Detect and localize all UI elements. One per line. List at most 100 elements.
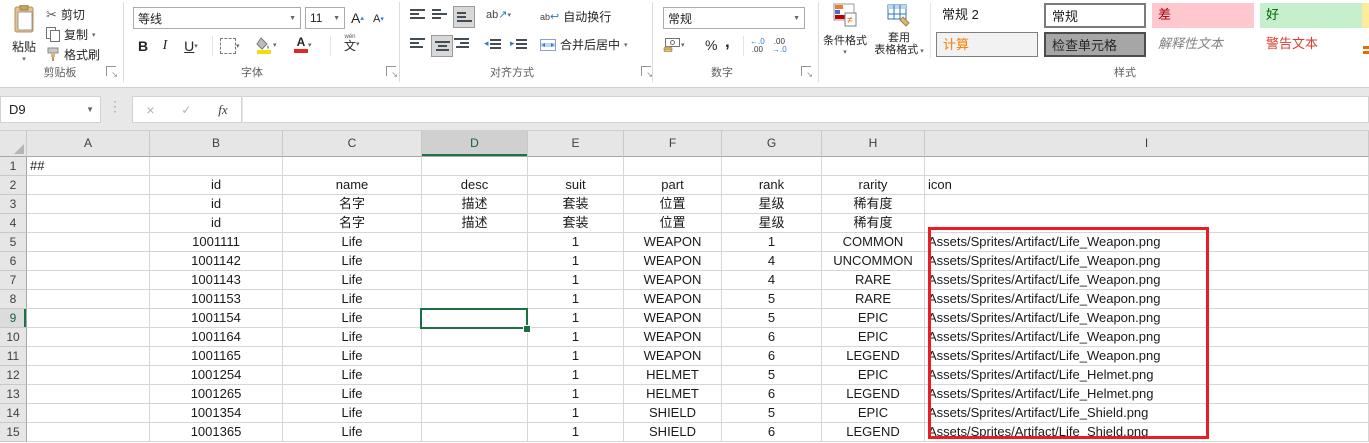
select-all-corner[interactable]	[0, 131, 27, 157]
font-color-button[interactable]: A ▾	[294, 36, 312, 53]
cell-D14[interactable]	[422, 404, 528, 423]
align-bottom-button[interactable]	[454, 7, 474, 27]
cell-C9[interactable]: Life	[283, 309, 422, 328]
cell-C5[interactable]: Life	[283, 233, 422, 252]
font-size-combo[interactable]: 11▼	[305, 7, 345, 29]
cell-A1[interactable]: ##	[27, 157, 150, 176]
cell-A12[interactable]	[27, 366, 150, 385]
cell-style-bad[interactable]: 差	[1152, 3, 1254, 28]
cell-D13[interactable]	[422, 385, 528, 404]
format-as-table-button[interactable]: 套用 表格格式 ▾	[872, 3, 926, 61]
cell-F3[interactable]: 位置	[624, 195, 722, 214]
column-header-G[interactable]: G	[722, 131, 822, 157]
align-right-button[interactable]	[454, 38, 469, 48]
cell-H2[interactable]: rarity	[822, 176, 925, 195]
cell-D1[interactable]	[422, 157, 528, 176]
cell-A6[interactable]	[27, 252, 150, 271]
phonetic-guide-button[interactable]: wén 文 ▾	[344, 34, 360, 53]
cell-C13[interactable]: Life	[283, 385, 422, 404]
cell-G11[interactable]: 6	[722, 347, 822, 366]
cell-D10[interactable]	[422, 328, 528, 347]
cell-B1[interactable]	[150, 157, 283, 176]
cell-E10[interactable]: 1	[528, 328, 624, 347]
cell-E5[interactable]: 1	[528, 233, 624, 252]
copy-button[interactable]: 复制 ▾	[46, 26, 96, 43]
cell-D9[interactable]	[422, 309, 528, 328]
cell-A11[interactable]	[27, 347, 150, 366]
cell-A4[interactable]	[27, 214, 150, 233]
cell-B11[interactable]: 1001165	[150, 347, 283, 366]
cell-D3[interactable]: 描述	[422, 195, 528, 214]
cell-style-check[interactable]: 检查单元格	[1044, 32, 1146, 57]
formula-bar-splitter[interactable]: ⋮	[108, 98, 122, 115]
cell-style-explain[interactable]: 解释性文本	[1152, 32, 1254, 57]
cell-G6[interactable]: 4	[722, 252, 822, 271]
cell-C15[interactable]: Life	[283, 423, 422, 442]
row-header-12[interactable]: 12	[0, 366, 27, 385]
cell-G8[interactable]: 5	[722, 290, 822, 309]
cell-B2[interactable]: id	[150, 176, 283, 195]
row-header-11[interactable]: 11	[0, 347, 27, 366]
cell-F13[interactable]: HELMET	[624, 385, 722, 404]
formula-input[interactable]	[243, 96, 1369, 123]
column-header-H[interactable]: H	[822, 131, 925, 157]
cell-A10[interactable]	[27, 328, 150, 347]
cell-E11[interactable]: 1	[528, 347, 624, 366]
enter-icon[interactable]: ✓	[181, 103, 191, 117]
cell-A8[interactable]	[27, 290, 150, 309]
alignment-dialog-launcher[interactable]	[641, 66, 651, 76]
cell-F2[interactable]: part	[624, 176, 722, 195]
cell-D8[interactable]	[422, 290, 528, 309]
row-header-9[interactable]: 9	[0, 309, 27, 328]
cell-B6[interactable]: 1001142	[150, 252, 283, 271]
cell-C6[interactable]: Life	[283, 252, 422, 271]
cell-H13[interactable]: LEGEND	[822, 385, 925, 404]
underline-button[interactable]: U▾	[178, 36, 204, 56]
cell-B12[interactable]: 1001254	[150, 366, 283, 385]
cell-H15[interactable]: LEGEND	[822, 423, 925, 442]
cell-B5[interactable]: 1001111	[150, 233, 283, 252]
accounting-format-button[interactable]: ▾	[663, 37, 685, 52]
cell-F14[interactable]: SHIELD	[624, 404, 722, 423]
row-header-14[interactable]: 14	[0, 404, 27, 423]
cell-style-good[interactable]: 好	[1260, 3, 1362, 28]
number-format-combo[interactable]: 常规▼	[663, 7, 805, 29]
cell-H9[interactable]: EPIC	[822, 309, 925, 328]
cell-C14[interactable]: Life	[283, 404, 422, 423]
cell-F6[interactable]: WEAPON	[624, 252, 722, 271]
cell-A5[interactable]	[27, 233, 150, 252]
decrease-indent-button[interactable]: ◂	[484, 38, 501, 49]
cell-G5[interactable]: 1	[722, 233, 822, 252]
cell-H7[interactable]: RARE	[822, 271, 925, 290]
italic-button[interactable]: I	[158, 36, 172, 56]
cell-F7[interactable]: WEAPON	[624, 271, 722, 290]
cell-A3[interactable]	[27, 195, 150, 214]
cell-D6[interactable]	[422, 252, 528, 271]
cell-F1[interactable]	[624, 157, 722, 176]
cell-style-normal[interactable]: 常规	[1044, 3, 1146, 28]
increase-decimal-button[interactable]: ←.0.00	[750, 38, 765, 54]
cell-E9[interactable]: 1	[528, 309, 624, 328]
align-middle-button[interactable]	[432, 9, 447, 19]
cell-D5[interactable]	[422, 233, 528, 252]
cell-H1[interactable]	[822, 157, 925, 176]
cell-B15[interactable]: 1001365	[150, 423, 283, 442]
cell-E8[interactable]: 1	[528, 290, 624, 309]
cell-H11[interactable]: LEGEND	[822, 347, 925, 366]
number-dialog-launcher[interactable]	[801, 66, 811, 76]
cell-C3[interactable]: 名字	[283, 195, 422, 214]
cell-B4[interactable]: id	[150, 214, 283, 233]
cell-F9[interactable]: WEAPON	[624, 309, 722, 328]
cell-H3[interactable]: 稀有度	[822, 195, 925, 214]
name-box[interactable]: D9 ▼	[0, 96, 101, 123]
cell-B13[interactable]: 1001265	[150, 385, 283, 404]
align-top-button[interactable]	[410, 9, 425, 19]
cell-H4[interactable]: 稀有度	[822, 214, 925, 233]
cell-C7[interactable]: Life	[283, 271, 422, 290]
cell-G9[interactable]: 5	[722, 309, 822, 328]
column-header-I[interactable]: I	[925, 131, 1369, 157]
cell-G1[interactable]	[722, 157, 822, 176]
cell-B14[interactable]: 1001354	[150, 404, 283, 423]
cell-B3[interactable]: id	[150, 195, 283, 214]
row-header-3[interactable]: 3	[0, 195, 27, 214]
